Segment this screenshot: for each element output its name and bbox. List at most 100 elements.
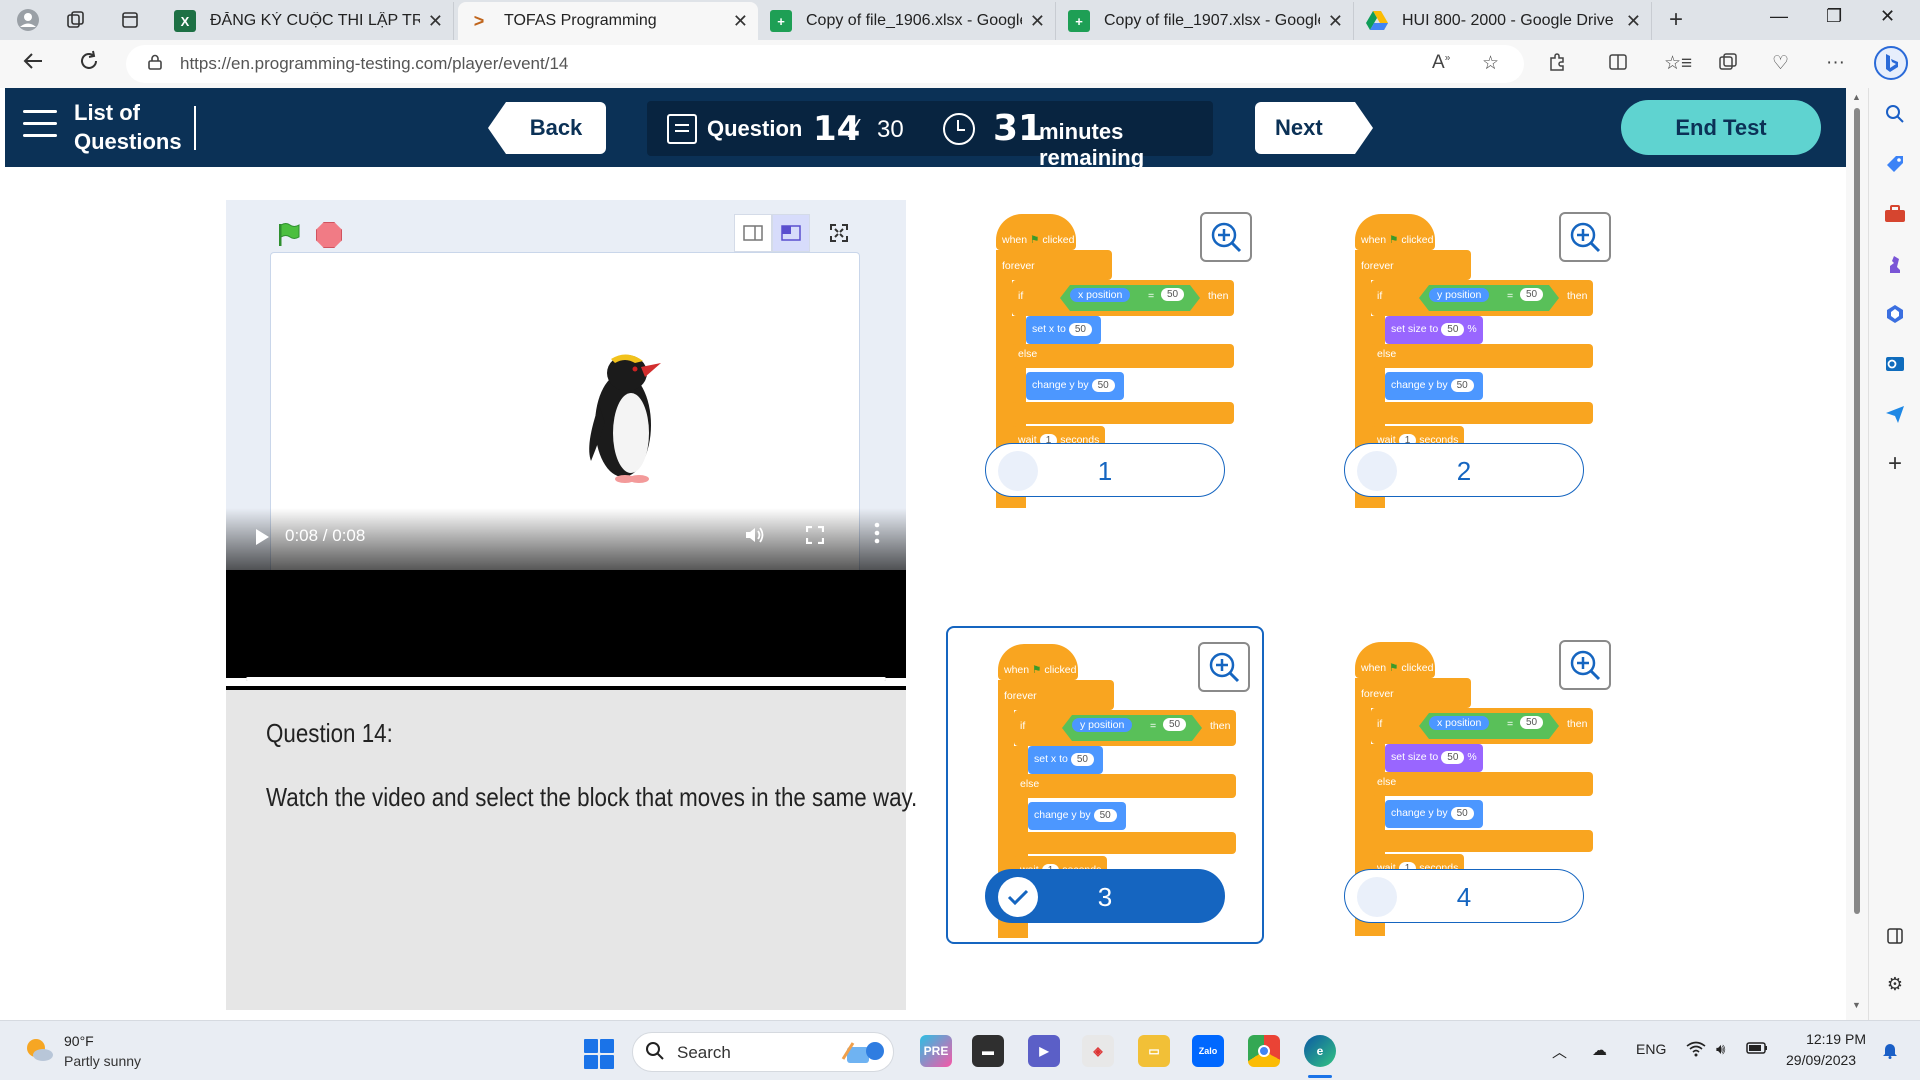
page-scrollbar[interactable]: ▲ ▼	[1846, 88, 1868, 1020]
tab-3[interactable]: + Copy of file_1907.xlsx - Google Tr ✕	[1058, 2, 1354, 40]
value-pill[interactable]: 50	[1091, 379, 1115, 392]
value-pill[interactable]: 50	[1163, 718, 1187, 731]
send-icon[interactable]	[1883, 402, 1907, 426]
close-tab-icon[interactable]: ✕	[428, 11, 443, 32]
value-pill[interactable]: 50	[1068, 323, 1092, 336]
more-options-icon[interactable]: ···	[1826, 52, 1845, 74]
zalo-app-icon[interactable]: Zalo	[1192, 1035, 1224, 1067]
value-pill[interactable]: 50	[1161, 288, 1185, 301]
tab-0[interactable]: X ĐĂNG KÝ CUỘC THI LẬP TRÌNH C ✕	[164, 2, 454, 40]
value-pill[interactable]: 50	[1093, 809, 1117, 822]
zoom-in-button[interactable]	[1200, 212, 1252, 262]
more-vertical-icon[interactable]	[874, 522, 880, 549]
restore-icon[interactable]: ❐	[1826, 6, 1842, 27]
sidebar-toggle-icon[interactable]	[1883, 924, 1907, 948]
browser-essentials-icon[interactable]: ♡	[1772, 52, 1789, 75]
close-tab-icon[interactable]: ✕	[1030, 11, 1045, 32]
value-pill[interactable]: 50	[1520, 288, 1544, 301]
green-flag-icon[interactable]	[276, 222, 302, 253]
zoom-in-button[interactable]	[1559, 212, 1611, 262]
taskbar-date[interactable]: 29/09/2023	[1786, 1052, 1856, 1068]
zoom-in-button[interactable]	[1198, 642, 1250, 692]
option-radio-2[interactable]: 2	[1344, 443, 1584, 497]
extensions-icon[interactable]	[1548, 52, 1568, 78]
language-indicator[interactable]: ENG	[1636, 1041, 1666, 1057]
close-tab-icon[interactable]: ✕	[1328, 11, 1343, 32]
value-pill[interactable]: 50	[1450, 379, 1474, 392]
favorite-star-icon[interactable]: ☆	[1482, 52, 1499, 75]
edge-app-icon[interactable]: e	[1304, 1035, 1336, 1067]
favorites-icon[interactable]: ☆≡	[1664, 52, 1692, 75]
zoom-in-button[interactable]	[1559, 640, 1611, 690]
new-tab-icon[interactable]: +	[1664, 6, 1688, 33]
tab-2[interactable]: + Copy of file_1906.xlsx - Google Tr ✕	[760, 2, 1056, 40]
normal-stage-icon[interactable]	[772, 214, 810, 252]
small-stage-icon[interactable]	[734, 214, 772, 252]
lock-icon[interactable]	[148, 54, 162, 75]
read-aloud-icon[interactable]: A»	[1432, 52, 1450, 74]
chrome-app-icon[interactable]	[1248, 1035, 1280, 1067]
value-pill[interactable]: 50	[1441, 751, 1465, 764]
close-tab-icon[interactable]: ✕	[733, 11, 748, 32]
taskbar-time[interactable]: 12:19 PM	[1804, 1031, 1866, 1047]
windows-start-icon[interactable]	[584, 1039, 614, 1069]
tab-actions-icon[interactable]	[118, 8, 142, 32]
value-pill[interactable]: 50	[1070, 753, 1094, 766]
add-sidebar-app-icon[interactable]: +	[1883, 450, 1907, 477]
file-explorer-icon[interactable]: ▭	[1138, 1035, 1170, 1067]
split-screen-icon[interactable]	[1608, 52, 1628, 78]
volume-tray-icon[interactable]: 🔊︎	[1716, 1041, 1725, 1058]
hamburger-menu-icon[interactable]	[23, 110, 57, 140]
url-field[interactable]: https://en.programming-testing.com/playe…	[126, 45, 1524, 83]
fullscreen-stage-icon[interactable]	[820, 214, 858, 252]
close-tab-icon[interactable]: ✕	[1626, 11, 1641, 32]
option-radio-3[interactable]: 3	[985, 869, 1225, 923]
terminal-app-icon[interactable]: ▬	[972, 1035, 1004, 1067]
video-progress-track[interactable]	[246, 677, 886, 681]
microsoft-365-icon[interactable]	[1883, 302, 1907, 326]
end-test-button[interactable]: End Test	[1621, 100, 1821, 155]
collections-icon[interactable]	[1718, 52, 1738, 78]
volume-icon[interactable]	[744, 525, 766, 550]
refresh-icon[interactable]	[78, 50, 100, 78]
forever-label: forever	[1004, 690, 1037, 702]
copilot-app-icon[interactable]: PRE	[920, 1035, 952, 1067]
back-button[interactable]: Back	[488, 102, 606, 154]
scroll-down-icon[interactable]: ▼	[1852, 1000, 1861, 1010]
shopping-tag-icon[interactable]	[1883, 152, 1907, 176]
show-hidden-icons-icon[interactable]: ︿	[1552, 1041, 1567, 1062]
office-app-icon[interactable]: ◈	[1082, 1035, 1114, 1067]
list-of-questions-label[interactable]: List of Questions	[74, 98, 204, 156]
tools-icon[interactable]	[1883, 202, 1907, 226]
notification-bell-icon[interactable]	[1882, 1041, 1898, 1063]
value-pill[interactable]: 50	[1441, 323, 1465, 336]
option-radio-1[interactable]: 1	[985, 443, 1225, 497]
stop-sign-icon[interactable]	[316, 222, 342, 248]
tab-1[interactable]: > TOFAS Programming ✕	[458, 2, 758, 40]
search-icon[interactable]	[1883, 102, 1907, 126]
workspaces-icon[interactable]	[64, 8, 88, 32]
back-arrow-icon[interactable]	[22, 50, 44, 78]
weather-sun-icon[interactable]	[24, 1035, 54, 1065]
scrollbar-thumb[interactable]	[1854, 108, 1860, 914]
close-window-icon[interactable]: ✕	[1880, 6, 1895, 27]
outlook-icon[interactable]	[1883, 352, 1907, 376]
next-button[interactable]: Next	[1255, 102, 1373, 154]
games-icon[interactable]	[1883, 252, 1907, 276]
teams-app-icon[interactable]: ▶	[1028, 1035, 1060, 1067]
value-pill[interactable]: 50	[1450, 807, 1474, 820]
fullscreen-icon[interactable]	[805, 525, 825, 549]
tab-4[interactable]: HUI 800- 2000 - Google Drive ✕	[1356, 2, 1652, 40]
battery-icon[interactable]	[1746, 1041, 1768, 1059]
taskbar-search[interactable]: Search	[632, 1032, 894, 1072]
bing-copilot-icon[interactable]	[1874, 46, 1908, 86]
settings-gear-icon[interactable]: ⚙	[1883, 972, 1907, 996]
option-radio-4[interactable]: 4	[1344, 869, 1584, 923]
profile-icon[interactable]	[16, 8, 40, 32]
play-icon[interactable]	[256, 529, 269, 545]
minimize-icon[interactable]: —	[1770, 6, 1788, 27]
scroll-up-icon[interactable]: ▲	[1852, 92, 1861, 102]
value-pill[interactable]: 50	[1520, 716, 1544, 729]
wifi-icon[interactable]	[1686, 1041, 1706, 1061]
onedrive-icon[interactable]: ☁	[1592, 1041, 1607, 1059]
